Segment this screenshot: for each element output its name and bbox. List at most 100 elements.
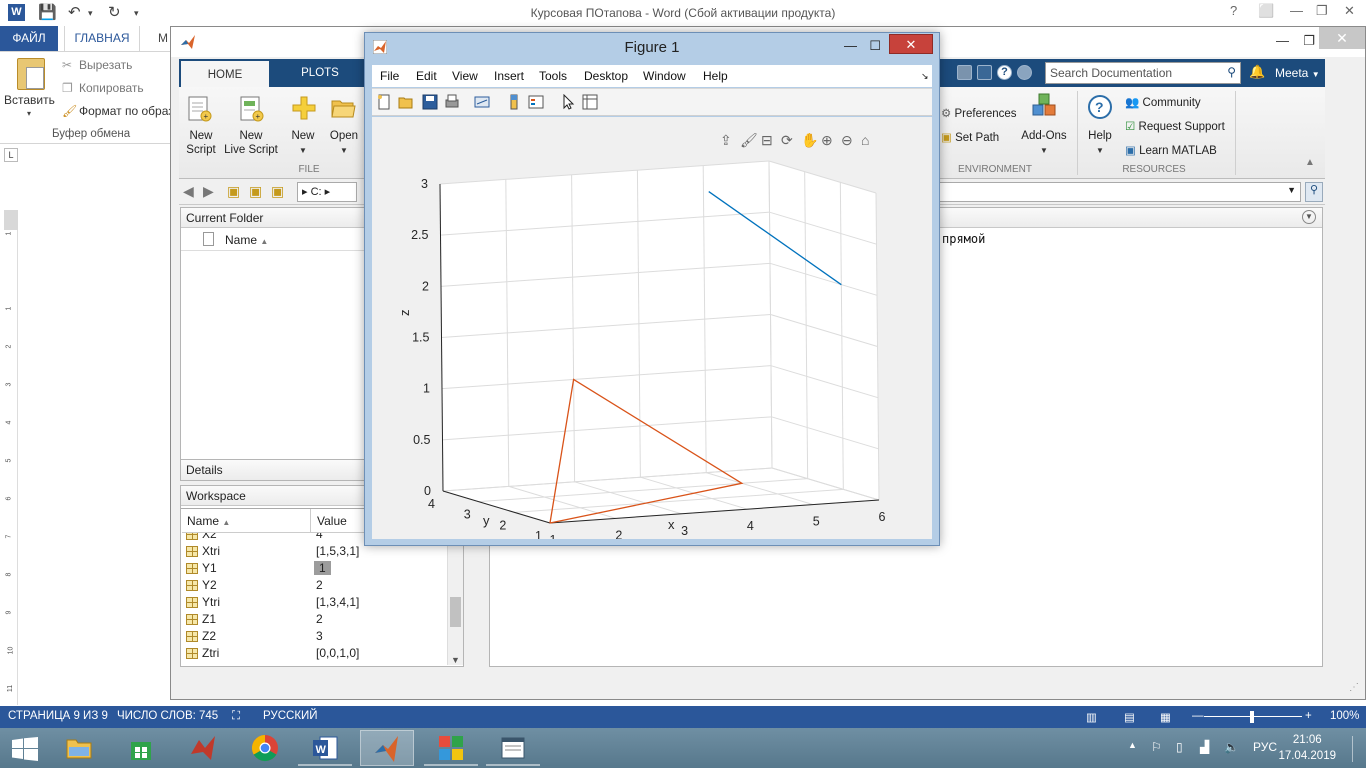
table-row[interactable]: Z1 2	[182, 611, 446, 628]
preferences-button[interactable]: ⚙ Preferences	[941, 106, 1017, 120]
table-row[interactable]: Ztri [0,0,1,0]	[182, 645, 446, 662]
taskbar-matlab[interactable]	[360, 730, 414, 766]
tab-selector[interactable]: L	[4, 148, 18, 162]
rotate-3d-icon[interactable]: ⟳	[781, 132, 793, 148]
redo-icon[interactable]	[957, 65, 972, 80]
add-ons-button[interactable]: Add-Ons ▼	[1017, 129, 1071, 158]
word-count[interactable]: ЧИСЛО СЛОВ: 745	[117, 710, 218, 722]
menu-tools[interactable]: Tools	[539, 69, 567, 83]
menu-desktop[interactable]: Desktop	[584, 69, 628, 83]
open-folder-icon[interactable]	[331, 97, 357, 119]
print-layout-icon[interactable]: ▤	[1124, 710, 1135, 724]
user-account-menu[interactable]: Meeta ▼	[1275, 59, 1320, 89]
zoom-slider-thumb[interactable]	[1250, 711, 1254, 723]
new-script-button[interactable]: New Script	[182, 129, 220, 157]
table-row[interactable]: Y2 2	[182, 577, 446, 594]
copy-button[interactable]: ❐ Копировать	[62, 81, 144, 95]
collapse-ribbon-icon[interactable]: ▲	[1305, 157, 1315, 168]
menu-edit[interactable]: Edit	[416, 69, 437, 83]
menu-window[interactable]: Window	[643, 69, 686, 83]
insert-legend-icon[interactable]	[528, 94, 544, 110]
matlab-close-button[interactable]: ✕	[1319, 27, 1365, 49]
paste-dropdown-icon[interactable]: ▾	[27, 109, 31, 118]
zoom-in-icon[interactable]: ⊕	[821, 132, 833, 148]
dock-arrow-icon[interactable]: ↘	[921, 71, 929, 82]
quick-access-dropdown-icon[interactable]	[1017, 65, 1032, 80]
open-file-icon[interactable]	[398, 94, 414, 110]
taskbar-chrome[interactable]	[238, 730, 292, 766]
tab-more[interactable]: M	[158, 31, 168, 45]
ribbon-options-icon[interactable]: ⬜	[1258, 3, 1274, 19]
word-minimize-button[interactable]: —	[1290, 3, 1303, 18]
tab-home[interactable]: ГЛАВНАЯ	[64, 26, 140, 51]
matlab-minimize-button[interactable]: —	[1276, 33, 1289, 48]
table-row[interactable]: Ytri [1,3,4,1]	[182, 594, 446, 611]
new-script-icon[interactable]: +	[187, 95, 213, 123]
up-folder-icon[interactable]: ▣	[227, 183, 240, 200]
word-close-button[interactable]: ✕	[1344, 3, 1355, 19]
search-folder-icon[interactable]: ⚲	[1305, 182, 1323, 202]
taskbar-explorer[interactable]	[52, 730, 106, 766]
browse-folder-icon[interactable]: ▣	[249, 183, 262, 200]
tray-language[interactable]: РУС	[1253, 740, 1277, 754]
help-question-icon[interactable]: ?	[1087, 94, 1113, 120]
taskbar-office[interactable]	[424, 730, 478, 766]
tray-clock[interactable]: 21:06 17.04.2019	[1278, 732, 1336, 764]
table-row[interactable]: Y1 1	[182, 560, 446, 577]
value-column-header[interactable]: Value	[317, 514, 347, 528]
menu-view[interactable]: View	[452, 69, 478, 83]
print-figure-icon[interactable]	[444, 94, 460, 110]
paste-icon[interactable]	[17, 58, 45, 90]
data-tips-icon[interactable]: ⊟	[761, 132, 773, 148]
property-inspector-icon[interactable]	[582, 94, 598, 110]
tray-network-mgr-icon[interactable]: ⚐	[1151, 740, 1162, 754]
community-button[interactable]: 👥 Community	[1125, 95, 1201, 109]
help-button[interactable]: Help ▼	[1083, 129, 1117, 158]
add-ons-cubes-icon[interactable]	[1031, 93, 1057, 119]
panel-options-icon[interactable]: ▼	[1302, 210, 1316, 224]
insert-colorbar-icon[interactable]	[506, 94, 522, 110]
current-folder-path[interactable]: ▸ C: ▸	[297, 182, 357, 202]
tray-battery-icon[interactable]: ▯	[1176, 740, 1183, 754]
search-icon[interactable]: ⚲	[1227, 65, 1236, 79]
tray-overflow-icon[interactable]: ▲	[1128, 740, 1137, 750]
forward-arrow-icon[interactable]: ▶	[203, 183, 214, 200]
set-path-button[interactable]: ▣ Set Path	[941, 130, 999, 144]
figure-minimize-button[interactable]: —	[844, 38, 857, 53]
matlab-restore-button[interactable]: ❐	[1303, 33, 1315, 49]
show-desktop-button[interactable]	[1352, 736, 1358, 762]
export-icon[interactable]: ⇪	[720, 132, 732, 148]
word-restore-button[interactable]: ❐	[1316, 3, 1328, 19]
help-icon[interactable]: ?	[997, 65, 1012, 80]
tray-signal-icon[interactable]: ▟	[1200, 740, 1209, 754]
scroll-down-icon[interactable]: ▼	[451, 655, 460, 665]
menu-help[interactable]: Help	[703, 69, 728, 83]
figure-close-button[interactable]: ✕	[889, 34, 933, 54]
figure-canvas[interactable]: ⇪ 🖌 ⊟ ⟳ ✋ ⊕ ⊖ ⌂ 123456123400.511.522.53 …	[372, 117, 932, 539]
paste-button[interactable]: Вставить	[4, 93, 55, 107]
name-column-header[interactable]: Name ▲	[225, 233, 268, 247]
taskbar-store[interactable]	[114, 730, 168, 766]
format-painter-button[interactable]: 🖌 Формат по образ	[62, 104, 174, 118]
page-count[interactable]: СТРАНИЦА 9 ИЗ 9	[8, 710, 108, 722]
home-restore-view-icon[interactable]: ⌂	[861, 132, 869, 148]
axes-3d[interactable]: ⇪ 🖌 ⊟ ⟳ ✋ ⊕ ⊖ ⌂ 123456123400.511.522.53 …	[372, 117, 932, 539]
resize-grip-icon[interactable]: ⋰	[1349, 682, 1359, 693]
zoom-level[interactable]: 100%	[1330, 710, 1359, 722]
windows-start-icon[interactable]	[12, 737, 38, 761]
cut-button[interactable]: ✂ Вырезать	[62, 58, 132, 72]
switch-windows-icon[interactable]	[977, 65, 992, 80]
tab-file[interactable]: ФАЙЛ	[0, 26, 58, 51]
new-live-script-icon[interactable]: +	[239, 95, 265, 123]
new-button[interactable]: New ▼	[287, 129, 319, 158]
zoom-out-button[interactable]: —	[1192, 710, 1204, 722]
variable-value-selected[interactable]: 1	[314, 561, 331, 575]
new-figure-icon[interactable]	[376, 94, 392, 110]
new-live-script-button[interactable]: New Live Script	[221, 129, 281, 157]
tray-volume-icon[interactable]: 🔈	[1224, 740, 1239, 754]
search-documentation-input[interactable]: Search Documentation ⚲	[1045, 62, 1241, 84]
chevron-down-icon[interactable]: ▼	[1287, 185, 1296, 195]
taskbar-word[interactable]: W	[298, 730, 352, 766]
link-plot-icon[interactable]	[474, 94, 490, 110]
web-layout-icon[interactable]: ▦	[1160, 710, 1171, 724]
